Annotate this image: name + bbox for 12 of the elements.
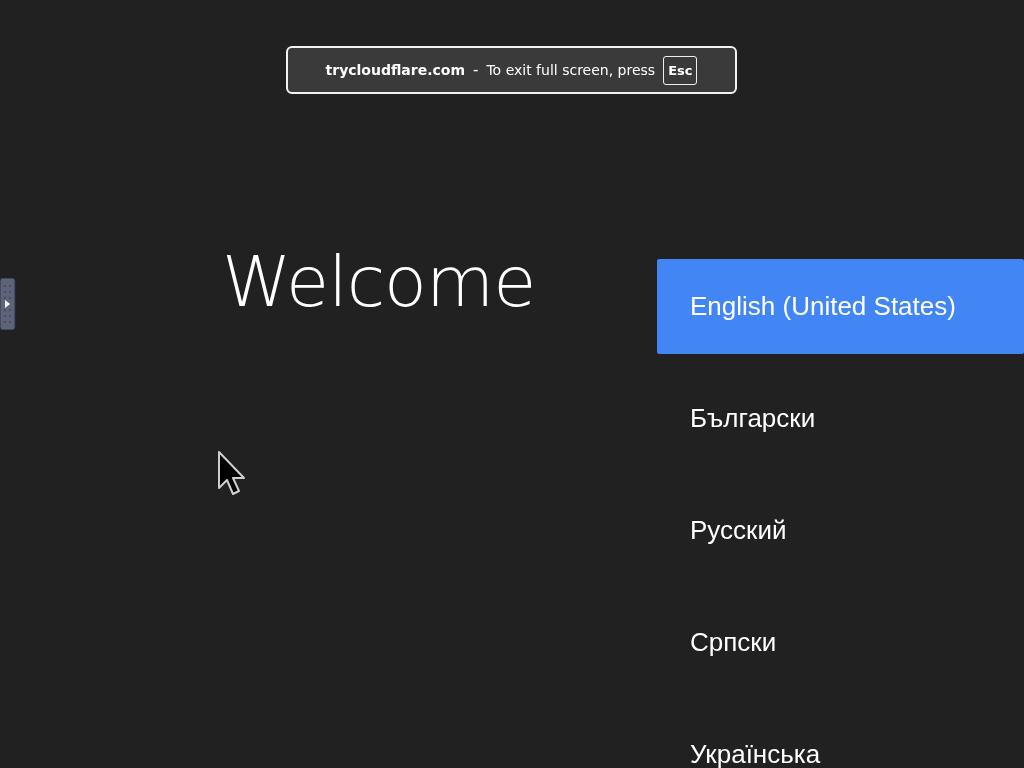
esc-key: Esc (663, 55, 698, 85)
language-item[interactable]: English (United States) (657, 259, 1024, 354)
notice-message: To exit full screen, press (486, 62, 656, 78)
side-panel-handle[interactable] (0, 278, 16, 330)
language-item[interactable]: Українська (657, 707, 1024, 768)
site-name: trycloudflare.com (325, 62, 465, 78)
language-item[interactable]: Српски (657, 595, 1024, 690)
separator: - (473, 61, 479, 79)
mouse-cursor-icon (217, 450, 247, 496)
language-item[interactable]: Български (657, 371, 1024, 466)
language-item[interactable]: Русский (657, 483, 1024, 578)
welcome-heading: Welcome (222, 242, 536, 322)
